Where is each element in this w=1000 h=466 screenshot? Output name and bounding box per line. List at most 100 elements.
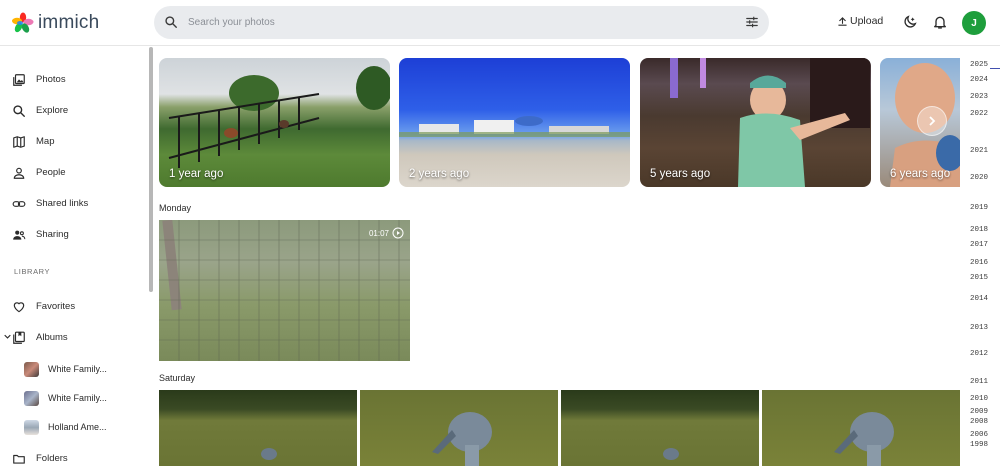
sidebar-item-map[interactable]: Map [0, 129, 146, 155]
sidebar-album-item[interactable]: White Family... [0, 359, 146, 381]
photo-image [159, 220, 410, 361]
memory-label: 1 year ago [169, 168, 224, 180]
sidebar-item-label: Explore [36, 105, 69, 116]
photo-image [261, 448, 277, 460]
timeline-year[interactable]: 2015 [970, 274, 988, 282]
top-bar: immich Upload J [0, 0, 1000, 46]
person-icon [13, 167, 25, 179]
album-thumbnail [24, 362, 39, 377]
search-input[interactable] [188, 14, 708, 31]
sidebar-item-label: Shared links [36, 198, 89, 209]
sidebar-item-albums[interactable]: Albums [0, 325, 146, 351]
timeline-year[interactable]: 2019 [970, 204, 988, 212]
photo-thumbnail[interactable] [762, 390, 960, 466]
memory-label: 6 years ago [890, 168, 951, 180]
video-duration-text: 01:07 [368, 228, 389, 238]
memories-next-button[interactable] [917, 106, 947, 136]
link-icon [12, 201, 26, 207]
timeline-year[interactable]: 2014 [970, 295, 988, 303]
chevron-right-icon [929, 116, 936, 126]
date-group-header: Monday [159, 203, 192, 213]
sidebar-album-item[interactable]: White Family... [0, 388, 146, 410]
timeline-year[interactable]: 2006 [970, 431, 988, 439]
memory-card[interactable]: 2 years ago [399, 58, 630, 187]
sidebar-item-label: Folders [36, 453, 68, 464]
search-bar[interactable] [154, 6, 769, 39]
timeline-scrubber[interactable]: 2025 2024 2023 2022 2021 2020 2019 2018 … [960, 47, 1000, 466]
immich-logo[interactable]: immich [12, 10, 99, 36]
timeline-year[interactable]: 2013 [970, 324, 988, 332]
album-label: White Family... [48, 393, 107, 403]
sidebar-scrollbar[interactable] [149, 47, 153, 292]
video-thumbnail[interactable]: 01:07 [159, 220, 410, 361]
memory-label: 5 years ago [650, 168, 711, 180]
search-icon[interactable] [164, 15, 178, 29]
bell-icon[interactable] [932, 14, 948, 30]
upload-label: Upload [850, 15, 884, 27]
timeline-year[interactable]: 2022 [970, 110, 988, 118]
timeline-year[interactable]: 2021 [970, 147, 988, 155]
date-group-header: Saturday [159, 373, 196, 383]
app-root: immich Upload J Photos Explore Map [0, 0, 1000, 466]
album-label: White Family... [48, 364, 107, 374]
sidebar-item-label: Photos [36, 74, 66, 85]
sidebar-item-people[interactable]: People [0, 160, 146, 186]
timeline-year[interactable]: 2008 [970, 418, 988, 426]
timeline-position-marker [990, 68, 1000, 69]
video-duration: 01:07 [369, 227, 404, 239]
photo-thumbnail[interactable] [360, 390, 558, 466]
sidebar-item-sharing[interactable]: Sharing [0, 222, 146, 248]
sidebar-album-item[interactable]: Holland Ame... [0, 417, 146, 439]
sidebar-item-label: Albums [36, 332, 68, 343]
search-icon [13, 105, 25, 117]
album-icon [13, 331, 25, 344]
timeline-year[interactable]: 2016 [970, 259, 988, 267]
timeline-year[interactable]: 2023 [970, 93, 988, 101]
photo-image [663, 448, 679, 460]
photos-icon [13, 74, 25, 86]
photo-image [834, 412, 894, 466]
sidebar-item-photos[interactable]: Photos [0, 67, 146, 93]
photo-image [432, 412, 492, 466]
timeline-year[interactable]: 2024 [970, 76, 988, 84]
map-icon [13, 136, 25, 148]
timeline-year[interactable]: 2018 [970, 226, 988, 234]
sidebar-item-label: Sharing [36, 229, 69, 240]
heart-icon [13, 302, 25, 313]
timeline-year[interactable]: 2011 [970, 378, 988, 386]
chevron-down-icon[interactable] [4, 333, 11, 340]
sidebar-item-folders[interactable]: Folders [0, 446, 146, 466]
upload-icon [838, 16, 847, 26]
library-section-label: LIBRARY [14, 267, 51, 276]
sidebar: Photos Explore Map People Shared links S… [0, 47, 152, 466]
memory-card[interactable]: 5 years ago [640, 58, 871, 187]
timeline-year[interactable]: 2012 [970, 350, 988, 358]
sidebar-item-label: Map [36, 136, 55, 147]
photo-timeline: 1 year ago 2 years ago 5 years ago 6 yea… [155, 47, 960, 466]
album-thumbnail [24, 420, 39, 435]
photo-thumbnail[interactable] [561, 390, 759, 466]
album-label: Holland Ame... [48, 422, 107, 432]
timeline-year[interactable]: 2017 [970, 241, 988, 249]
sidebar-item-explore[interactable]: Explore [0, 98, 146, 124]
album-thumbnail [24, 391, 39, 406]
theme-toggle-icon[interactable] [902, 14, 918, 30]
search-filter-icon[interactable] [745, 15, 759, 29]
timeline-year[interactable]: 2020 [970, 174, 988, 182]
photo-thumbnail[interactable] [159, 390, 357, 466]
sidebar-item-label: People [36, 167, 66, 178]
timeline-year[interactable]: 2010 [970, 395, 988, 403]
sidebar-item-shared-links[interactable]: Shared links [0, 191, 146, 217]
timeline-year[interactable]: 1998 [970, 441, 988, 449]
logo-text: immich [38, 12, 100, 33]
user-avatar[interactable]: J [962, 11, 986, 35]
sidebar-item-favorites[interactable]: Favorites [0, 294, 146, 320]
memory-label: 2 years ago [409, 168, 470, 180]
folder-icon [13, 454, 25, 464]
sidebar-item-label: Favorites [36, 301, 76, 312]
upload-button[interactable]: Upload [837, 15, 883, 27]
sharing-icon [13, 230, 26, 240]
timeline-year[interactable]: 2009 [970, 408, 988, 416]
timeline-year[interactable]: 2025 [970, 61, 988, 69]
memory-card[interactable]: 1 year ago [159, 58, 390, 187]
